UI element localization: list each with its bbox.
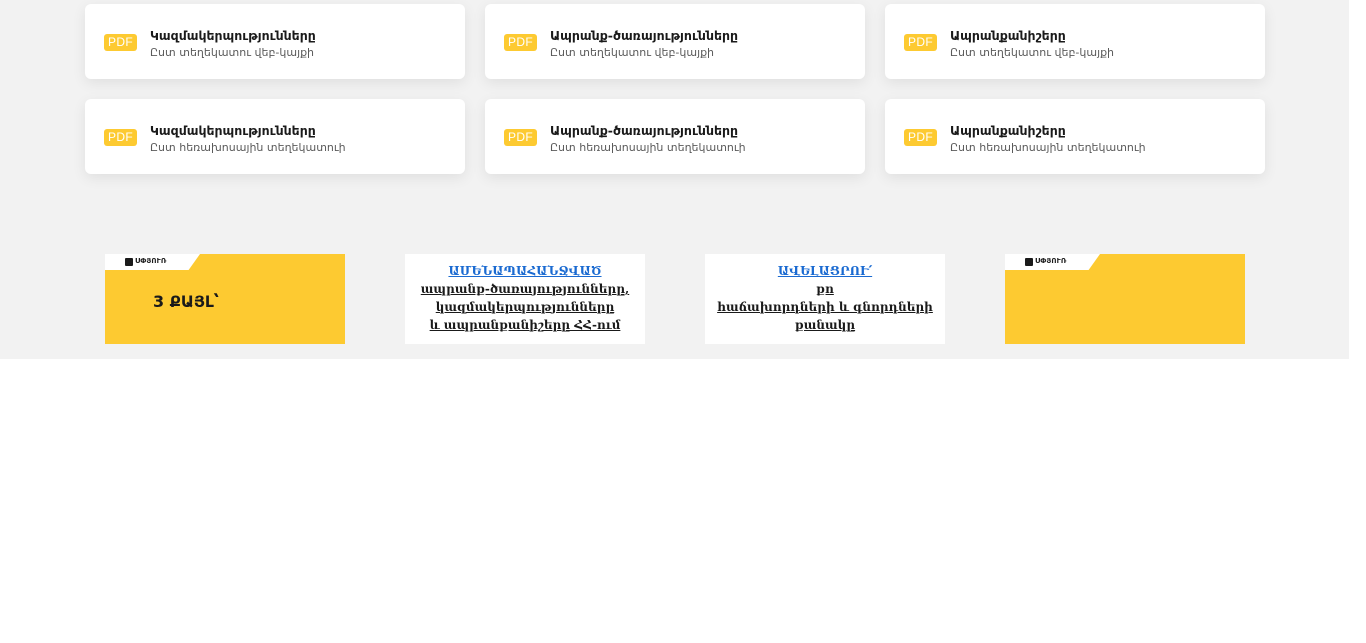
- pdf-icon: PDF: [904, 129, 937, 146]
- banner-line: քանակը: [794, 318, 856, 332]
- banner-line: և ապրանքանիշերը ՀՀ-ում: [429, 318, 621, 332]
- pdf-icon: PDF: [904, 34, 937, 51]
- card-title: Ապրանք-ծառայությունները: [550, 123, 739, 138]
- download-card-organizations-phone[interactable]: PDF Կազմակերպությունները Ըստ հեռախոսային…: [85, 99, 465, 174]
- card-title: Ապրանքանիշերը: [950, 123, 1066, 138]
- card-title: Կազմակերպությունները: [150, 28, 316, 43]
- ad-banner-spyur[interactable]: ՍՓՅՈՒՌ: [1005, 254, 1245, 344]
- ad-banner-increase-customers[interactable]: ԱՎԵԼԱՑՐՈՒ՛ քո հաճախորդների և գնորդների ք…: [705, 254, 945, 344]
- scrollbar-track[interactable]: [1349, 0, 1366, 643]
- pdf-icon: PDF: [504, 34, 537, 51]
- banner-line: քո: [816, 282, 834, 296]
- banner-line: ապրանք-ծառայությունները,: [420, 282, 630, 296]
- download-card-goods-services-web[interactable]: PDF Ապրանք-ծառայությունները Ըստ տեղեկատո…: [485, 4, 865, 79]
- brand-logo-text: ՍՓՅՈՒՌ: [135, 257, 167, 265]
- download-card-brands-web[interactable]: PDF Ապրանքանիշերը Ըստ տեղեկատու վեբ-կայք…: [885, 4, 1265, 79]
- card-subtitle: Ըստ տեղեկատու վեբ-կայքի: [150, 46, 315, 59]
- card-title: Կազմակերպությունները: [150, 123, 316, 138]
- brand-logo-icon: [125, 258, 133, 266]
- card-title: Ապրանք-ծառայությունները: [550, 28, 739, 43]
- card-title: Ապրանքանիշերը: [950, 28, 1066, 43]
- download-card-organizations-web[interactable]: PDF Կազմակերպությունները Ըստ տեղեկատու վ…: [85, 4, 465, 79]
- ad-banner-three-steps[interactable]: ՍՓՅՈՒՌ 3 ՔԱՅԼ՝: [105, 254, 345, 344]
- banner-line: ԱՎԵԼԱՑՐՈՒ՛: [777, 264, 873, 278]
- pdf-icon: PDF: [104, 34, 137, 51]
- banner-logo-strip: ՍՓՅՈՒՌ: [1005, 254, 1100, 270]
- pdf-icon: PDF: [504, 129, 537, 146]
- brand-logo-icon: [1025, 258, 1033, 266]
- banner-logo-strip: ՍՓՅՈՒՌ: [105, 254, 200, 270]
- card-subtitle: Ըստ հեռախոսային տեղեկատուի: [550, 141, 746, 154]
- banner-headline: 3 ՔԱՅԼ՝: [153, 292, 219, 311]
- banner-text: ԱՄԵՆԱՊԱՀԱՆՋՎԱԾ ապրանք-ծառայությունները, …: [405, 262, 645, 334]
- download-card-goods-services-phone[interactable]: PDF Ապրանք-ծառայությունները Ըստ հեռախոսա…: [485, 99, 865, 174]
- card-subtitle: Ըստ տեղեկատու վեբ-կայքի: [950, 46, 1115, 59]
- banner-line: ԱՄԵՆԱՊԱՀԱՆՋՎԱԾ: [448, 264, 602, 278]
- banner-line: կազմակերպությունները: [435, 300, 615, 314]
- brand-logo-text: ՍՓՅՈՒՌ: [1035, 257, 1067, 265]
- pdf-icon: PDF: [104, 129, 137, 146]
- download-card-brands-phone[interactable]: PDF Ապրանքանիշերը Ըստ հեռախոսային տեղեկա…: [885, 99, 1265, 174]
- ad-banner-most-demanded[interactable]: ԱՄԵՆԱՊԱՀԱՆՋՎԱԾ ապրանք-ծառայությունները, …: [405, 254, 645, 344]
- card-subtitle: Ըստ տեղեկատու վեբ-կայքի: [550, 46, 715, 59]
- card-subtitle: Ըստ հեռախոսային տեղեկատուի: [150, 141, 346, 154]
- banner-text: ԱՎԵԼԱՑՐՈՒ՛ քո հաճախորդների և գնորդների ք…: [705, 262, 945, 334]
- banner-line: հաճախորդների և գնորդների: [717, 300, 933, 314]
- card-subtitle: Ըստ հեռախոսային տեղեկատուի: [950, 141, 1146, 154]
